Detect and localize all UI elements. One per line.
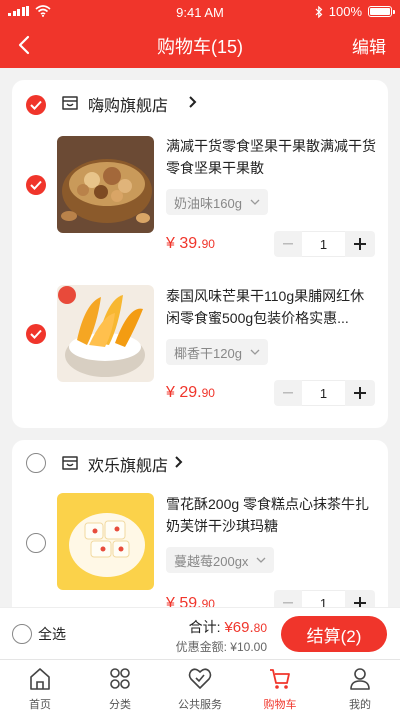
product-price: ¥ 29.90 xyxy=(166,384,215,402)
checkmark-icon xyxy=(30,180,42,190)
tab-bar: 首页 分类 公共服务 购物车 我的 xyxy=(0,659,400,711)
total-main: ¥69. xyxy=(224,619,254,636)
tab-profile[interactable]: 我的 xyxy=(320,660,400,711)
chevron-down-icon xyxy=(256,557,266,563)
status-bar: 9:41 AM 100% xyxy=(0,0,400,24)
product-price: ¥ 39.90 xyxy=(166,235,215,253)
increase-button[interactable] xyxy=(345,231,375,257)
total-cents: 80 xyxy=(253,621,267,635)
tab-public-service[interactable]: 公共服务 xyxy=(160,660,240,711)
spec-selector[interactable]: 椰香干120g xyxy=(166,339,268,365)
profile-icon xyxy=(350,668,370,690)
price-main: ¥ 29. xyxy=(166,384,202,401)
quantity-value[interactable]: 1 xyxy=(302,380,345,406)
price-cents: 90 xyxy=(201,237,215,251)
total-amount: ¥69.80 xyxy=(224,619,267,636)
item-checkbox[interactable] xyxy=(26,324,46,344)
chevron-down-icon xyxy=(250,199,260,205)
tab-cart[interactable]: 购物车 xyxy=(240,660,320,711)
home-icon xyxy=(30,668,50,690)
edit-button[interactable]: 编辑 xyxy=(352,33,386,58)
status-right: 100% xyxy=(315,4,395,19)
store-checkbox[interactable] xyxy=(26,453,46,473)
checkmark-icon xyxy=(30,100,42,110)
product-image-nuts[interactable] xyxy=(57,136,154,233)
chevron-right-icon[interactable] xyxy=(174,455,184,469)
minus-icon xyxy=(283,243,293,245)
select-all[interactable]: 全选 xyxy=(12,624,66,644)
plus-icon xyxy=(354,387,366,399)
store-header: 嗨购旗舰店 xyxy=(12,80,388,130)
decrease-button[interactable] xyxy=(274,231,302,257)
item-checkbox[interactable] xyxy=(26,175,46,195)
checkout-bar: 全选 合计: ¥69.80 优惠金额: ¥10.00 结算(2) xyxy=(0,607,400,659)
select-all-checkbox[interactable] xyxy=(12,624,32,644)
store-icon xyxy=(62,456,78,470)
spec-selector[interactable]: 奶油味160g xyxy=(166,189,268,215)
tab-label: 我的 xyxy=(349,699,371,711)
plus-icon xyxy=(354,238,366,250)
quantity-stepper: 1 xyxy=(274,380,375,406)
product-title[interactable]: 雪花酥200g 零食糕点心抹茶牛扎奶芙饼干沙琪玛糖 xyxy=(166,493,378,537)
tab-label: 购物车 xyxy=(263,699,297,711)
quantity-value[interactable]: 1 xyxy=(302,231,345,257)
chevron-down-icon xyxy=(250,349,260,355)
tab-home[interactable]: 首页 xyxy=(0,660,80,711)
tab-label: 首页 xyxy=(29,699,51,711)
item-checkbox[interactable] xyxy=(26,533,46,553)
price-cents: 90 xyxy=(201,386,215,400)
minus-icon xyxy=(283,602,293,604)
spec-value: 椰香干120g xyxy=(174,345,242,361)
bluetooth-icon xyxy=(315,5,323,18)
page-title: 购物车(15) xyxy=(156,37,243,57)
product-image-snowflake-cake[interactable] xyxy=(57,493,154,590)
tab-category[interactable]: 分类 xyxy=(80,660,160,711)
tab-label: 公共服务 xyxy=(178,699,222,711)
total-label: 合计: xyxy=(188,619,221,635)
total-price: 合计: ¥69.80 xyxy=(189,617,267,637)
cart-icon xyxy=(270,669,290,689)
tab-label: 分类 xyxy=(109,699,131,711)
checkmark-icon xyxy=(30,329,42,339)
store-header: 欢乐旗舰店 xyxy=(12,440,388,490)
price-main: ¥ 39. xyxy=(166,235,202,252)
minus-icon xyxy=(283,392,293,394)
app-header: 9:41 AM 100% 购物车(15) 编辑 xyxy=(0,0,400,68)
service-icon xyxy=(188,668,212,689)
category-icon xyxy=(110,668,130,689)
chevron-right-icon[interactable] xyxy=(188,95,198,109)
store-name[interactable]: 嗨购旗舰店 xyxy=(88,92,168,116)
spec-value: 奶油味160g xyxy=(174,195,242,211)
product-image-mango[interactable] xyxy=(57,285,154,382)
quantity-stepper: 1 xyxy=(274,231,375,257)
select-all-label: 全选 xyxy=(38,626,66,642)
store-name[interactable]: 欢乐旗舰店 xyxy=(88,452,168,476)
decrease-button[interactable] xyxy=(274,380,302,406)
checkout-button[interactable]: 结算(2) xyxy=(281,616,387,652)
product-title[interactable]: 满减干货零食坚果干果散满减干货零食坚果干果散 xyxy=(166,135,378,179)
increase-button[interactable] xyxy=(345,380,375,406)
store-checkbox[interactable] xyxy=(26,95,46,115)
discount-amount: 优惠金额: ¥10.00 xyxy=(175,640,267,654)
battery-percent: 100% xyxy=(328,4,362,19)
spec-value: 蔓越莓200gx xyxy=(174,553,249,569)
store-card: 嗨购旗舰店 满减干货零食坚果干果散满减干货零食坚果干果散 奶油味160g ¥ 3… xyxy=(12,80,388,428)
store-icon xyxy=(62,96,78,110)
spec-selector[interactable]: 蔓越莓200gx xyxy=(166,547,275,573)
battery-icon xyxy=(368,6,395,17)
product-title[interactable]: 泰国风味芒果干110g果脯网红休闲零食蜜500g包装价格实惠... xyxy=(166,285,378,329)
